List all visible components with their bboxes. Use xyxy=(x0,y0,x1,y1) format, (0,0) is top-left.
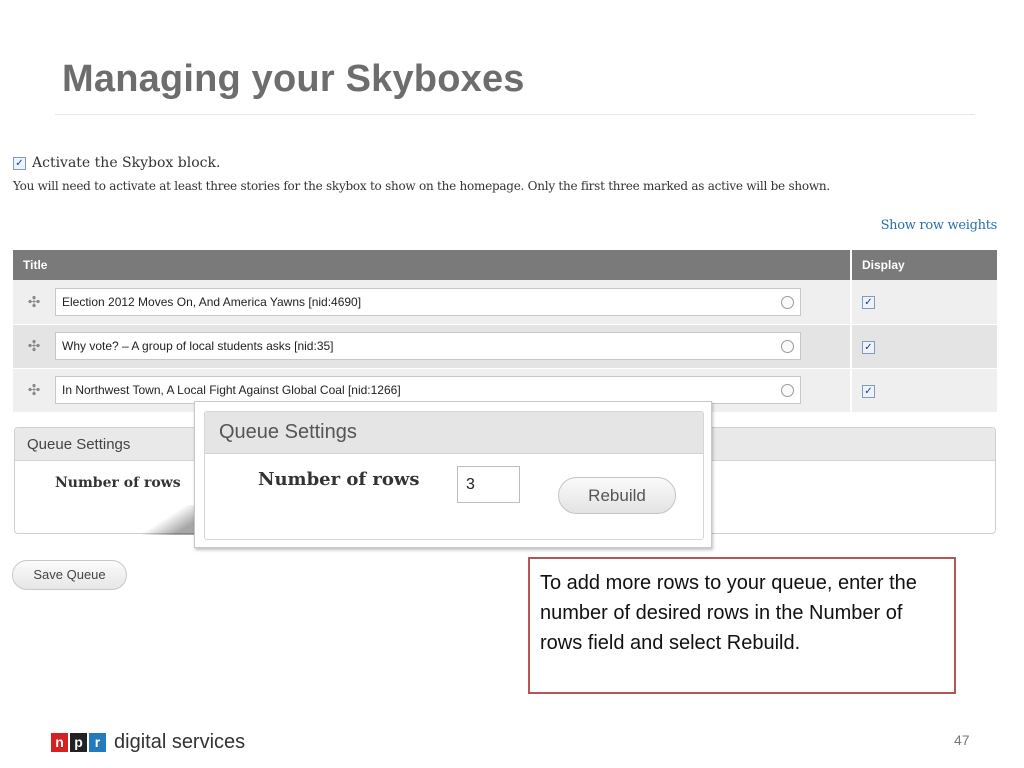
activate-skybox-option[interactable]: ✓ Activate the Skybox block. xyxy=(13,155,220,171)
table-header-row: Title Display xyxy=(13,250,997,280)
number-of-rows-input[interactable]: 3 xyxy=(457,466,520,503)
radio-icon[interactable] xyxy=(781,295,794,309)
display-column-header: Display xyxy=(850,250,997,280)
slide-title: Managing your Skyboxes xyxy=(62,58,525,100)
display-cell: ✓ xyxy=(850,280,997,325)
story-title-field[interactable]: Election 2012 Moves On, And America Yawn… xyxy=(55,287,801,316)
drag-handle-icon[interactable]: ✣ xyxy=(13,368,55,413)
story-title-text: Why vote? – A group of local students as… xyxy=(62,339,334,353)
show-row-weights-link[interactable]: Show row weights xyxy=(881,218,998,233)
activate-help-text: You will need to activate at least three… xyxy=(13,179,830,193)
display-cell: ✓ xyxy=(850,324,997,369)
zoom-queue-settings-heading: Queue Settings xyxy=(205,412,703,454)
title-cell: Why vote? – A group of local students as… xyxy=(55,324,851,369)
display-checkbox[interactable]: ✓ xyxy=(862,384,875,398)
number-of-rows-label: Number of rows xyxy=(55,475,181,491)
radio-icon[interactable] xyxy=(781,340,794,353)
table-row: ✣ Why vote? – A group of local students … xyxy=(13,324,997,369)
save-queue-button[interactable]: Save Queue xyxy=(12,560,127,590)
activate-checkbox[interactable]: ✓ xyxy=(13,156,26,170)
display-checkbox[interactable]: ✓ xyxy=(862,296,875,310)
story-title-field[interactable]: Why vote? – A group of local students as… xyxy=(55,332,801,360)
story-title-field[interactable]: In Northwest Town, A Local Fight Against… xyxy=(55,376,801,404)
story-title-text: In Northwest Town, A Local Fight Against… xyxy=(62,383,401,397)
zoom-queue-settings-panel: Queue Settings Number of rows 3 Rebuild xyxy=(204,411,704,540)
drag-handle-icon[interactable]: ✣ xyxy=(13,324,55,369)
title-divider xyxy=(55,114,975,115)
activate-label: Activate the Skybox block. xyxy=(32,155,221,171)
npr-letter-r: r xyxy=(89,733,106,752)
rebuild-button[interactable]: Rebuild xyxy=(558,477,676,514)
instruction-callout: To add more rows to your queue, enter th… xyxy=(528,557,956,694)
display-cell: ✓ xyxy=(850,368,997,413)
radio-icon[interactable] xyxy=(781,384,794,397)
drag-handle-icon[interactable]: ✣ xyxy=(13,280,55,325)
queue-settings-zoom-inset: Queue Settings Number of rows 3 Rebuild xyxy=(194,401,712,548)
npr-letter-n: n xyxy=(51,733,68,752)
logo-text: digital services xyxy=(114,731,246,753)
story-title-text: Election 2012 Moves On, And America Yawn… xyxy=(62,294,362,309)
display-checkbox[interactable]: ✓ xyxy=(862,340,875,354)
table-row: ✣ Election 2012 Moves On, And America Ya… xyxy=(13,280,997,325)
zoom-number-of-rows-label: Number of rows xyxy=(258,469,420,490)
npr-letter-p: p xyxy=(70,733,87,752)
title-cell: Election 2012 Moves On, And America Yawn… xyxy=(55,280,851,325)
npr-logo: n p r digital services xyxy=(51,731,245,754)
page-number: 47 xyxy=(954,732,970,748)
title-column-header: Title xyxy=(13,250,851,280)
skybox-queue-table: Title Display ✣ Election 2012 Moves On, … xyxy=(13,250,997,413)
